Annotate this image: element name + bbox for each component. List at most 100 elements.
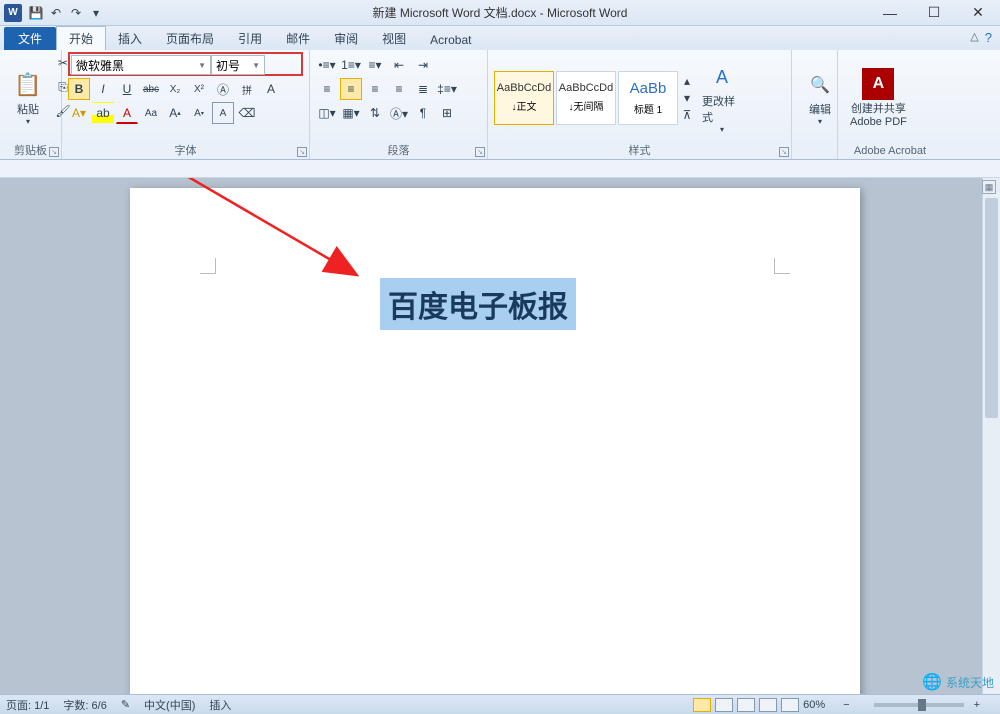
view-outline-icon[interactable] (759, 698, 777, 712)
minimize-button[interactable]: — (868, 0, 912, 26)
maximize-button[interactable]: ☐ (912, 0, 956, 26)
enclose-char-button[interactable]: A (212, 102, 234, 124)
italic-button[interactable]: I (92, 78, 114, 100)
zoom-in-button[interactable]: + (974, 699, 980, 711)
distribute-button[interactable]: ≣ (412, 78, 434, 100)
align-right-button[interactable]: ≡ (364, 78, 386, 100)
tab-insert[interactable]: 插入 (106, 27, 154, 50)
bold-button[interactable]: B (68, 78, 90, 100)
justify-button[interactable]: ≡ (388, 78, 410, 100)
tab-references[interactable]: 引用 (226, 27, 274, 50)
bullets-button[interactable]: •≡▾ (316, 54, 338, 76)
style-heading1[interactable]: AaBb 标题 1 (618, 71, 678, 125)
view-fullscreen-icon[interactable] (715, 698, 733, 712)
tab-view[interactable]: 视图 (370, 27, 418, 50)
find-icon: 🔍 (804, 69, 836, 101)
font-size-combo[interactable]: 初号▼ (211, 55, 265, 75)
style-normal[interactable]: AaBbCcDd ↓正文 (494, 71, 554, 125)
change-styles-button[interactable]: A 更改样式 ▾ (696, 59, 748, 136)
styles-up-icon[interactable]: ▴ (680, 73, 694, 89)
styles-scroller[interactable]: ▴ ▾ ⊼ (680, 73, 694, 123)
close-button[interactable]: ✕ (956, 0, 1000, 26)
underline-button[interactable]: U (116, 78, 138, 100)
tab-file[interactable]: 文件 (4, 27, 56, 50)
styles-more-icon[interactable]: ⊼ (680, 107, 694, 123)
view-draft-icon[interactable] (781, 698, 799, 712)
asian-layout-button[interactable]: Ⓐ▾ (388, 102, 410, 124)
watermark: 🌐系统天地 (922, 672, 994, 692)
view-web-icon[interactable] (737, 698, 755, 712)
proofing-icon[interactable]: ✎ (121, 698, 130, 711)
qat-undo-icon[interactable]: ↶ (46, 3, 66, 23)
char-border-button[interactable]: A (260, 78, 282, 100)
font-size-value: 初号 (216, 57, 240, 74)
numbering-button[interactable]: 1≡▾ (340, 54, 362, 76)
document-page[interactable]: 百度电子板报 (130, 188, 860, 694)
tab-acrobat[interactable]: Acrobat (418, 30, 483, 50)
style-h1-label: 标题 1 (634, 101, 662, 116)
clear-formatting-button[interactable]: ⌫ (236, 102, 258, 124)
grow-font-button[interactable]: A▴ (164, 102, 186, 124)
style-no-spacing[interactable]: AaBbCcDd ↓无间隔 (556, 71, 616, 125)
scrollbar-thumb[interactable] (985, 198, 998, 418)
superscript-button[interactable]: X² (188, 78, 210, 100)
subscript-button[interactable]: X₂ (164, 78, 186, 100)
ruler-toggle-icon[interactable]: ▦ (982, 180, 996, 194)
paragraph-launcher[interactable]: ↘ (475, 147, 485, 157)
sort-button[interactable]: ⇅ (364, 102, 386, 124)
strikethrough-button[interactable]: abc (140, 78, 162, 100)
tab-page-layout[interactable]: 页面布局 (154, 27, 226, 50)
tab-review[interactable]: 审阅 (322, 27, 370, 50)
view-print-layout-icon[interactable] (693, 698, 711, 712)
zoom-out-button[interactable]: − (843, 699, 849, 711)
align-center-button[interactable]: ≡ (340, 78, 362, 100)
window-title: 新建 Microsoft Word 文档.docx - Microsoft Wo… (373, 4, 628, 21)
show-marks-button[interactable]: ¶ (412, 102, 434, 124)
horizontal-ruler[interactable] (0, 160, 1000, 178)
insert-mode[interactable]: 插入 (209, 697, 231, 713)
snap-grid-button[interactable]: ⊞ (436, 102, 458, 124)
create-share-pdf-button[interactable]: A 创建并共享 Adobe PDF (844, 52, 913, 143)
borders-button[interactable]: ▦▾ (340, 102, 362, 124)
align-left-button[interactable]: ≡ (316, 78, 338, 100)
multilevel-button[interactable]: ≡▾ (364, 54, 386, 76)
line-spacing-button[interactable]: ‡≡▾ (436, 78, 458, 100)
text-effects-button[interactable]: Ⓐ (212, 78, 234, 100)
qat-redo-icon[interactable]: ↷ (66, 3, 86, 23)
clipboard-launcher[interactable]: ↘ (49, 147, 59, 157)
word-count[interactable]: 字数: 6/6 (63, 697, 106, 713)
styles-launcher[interactable]: ↘ (779, 147, 789, 157)
char-shading-button[interactable]: A▾ (68, 102, 90, 124)
highlight-button[interactable]: ab (92, 102, 114, 124)
zoom-slider[interactable] (874, 703, 964, 707)
vertical-scrollbar[interactable] (982, 178, 1000, 694)
page-status[interactable]: 页面: 1/1 (6, 697, 49, 713)
zoom-level[interactable]: 60% (803, 699, 825, 711)
group-font-label: 字体 (68, 143, 303, 159)
minimize-ribbon-icon[interactable]: △ (970, 30, 978, 45)
font-name-combo[interactable]: 微软雅黑▼ (71, 55, 211, 75)
group-styles: AaBbCcDd ↓正文 AaBbCcDd ↓无间隔 AaBb 标题 1 ▴ ▾… (488, 50, 792, 159)
decrease-indent-button[interactable]: ⇤ (388, 54, 410, 76)
shrink-font-button[interactable]: A▾ (188, 102, 210, 124)
tab-mailings[interactable]: 邮件 (274, 27, 322, 50)
increase-indent-button[interactable]: ⇥ (412, 54, 434, 76)
change-case-button[interactable]: Aa (140, 102, 162, 124)
find-replace-button[interactable]: 🔍 编辑 ▾ (798, 52, 842, 143)
tab-home[interactable]: 开始 (56, 26, 106, 50)
group-paragraph-label: 段落 (316, 143, 481, 159)
font-color-button[interactable]: A (116, 102, 138, 124)
group-font: 微软雅黑▼ 初号▼ B I U abc X₂ X² Ⓐ 拼 A A▾ ab A (62, 50, 310, 159)
font-launcher[interactable]: ↘ (297, 147, 307, 157)
zoom-slider-knob[interactable] (918, 699, 926, 711)
paste-button[interactable]: 📋 粘贴 ▾ (6, 52, 50, 143)
selected-text[interactable]: 百度电子板报 (380, 278, 576, 330)
language-status[interactable]: 中文(中国) (144, 697, 195, 713)
styles-down-icon[interactable]: ▾ (680, 90, 694, 106)
phonetic-button[interactable]: 拼 (236, 78, 258, 100)
qat-save-icon[interactable]: 💾 (26, 3, 46, 23)
document-area: 百度电子板报 (0, 178, 1000, 694)
shading-button[interactable]: ◫▾ (316, 102, 338, 124)
help-icon[interactable]: ? (985, 30, 992, 45)
qat-customize-icon[interactable]: ▾ (86, 3, 106, 23)
